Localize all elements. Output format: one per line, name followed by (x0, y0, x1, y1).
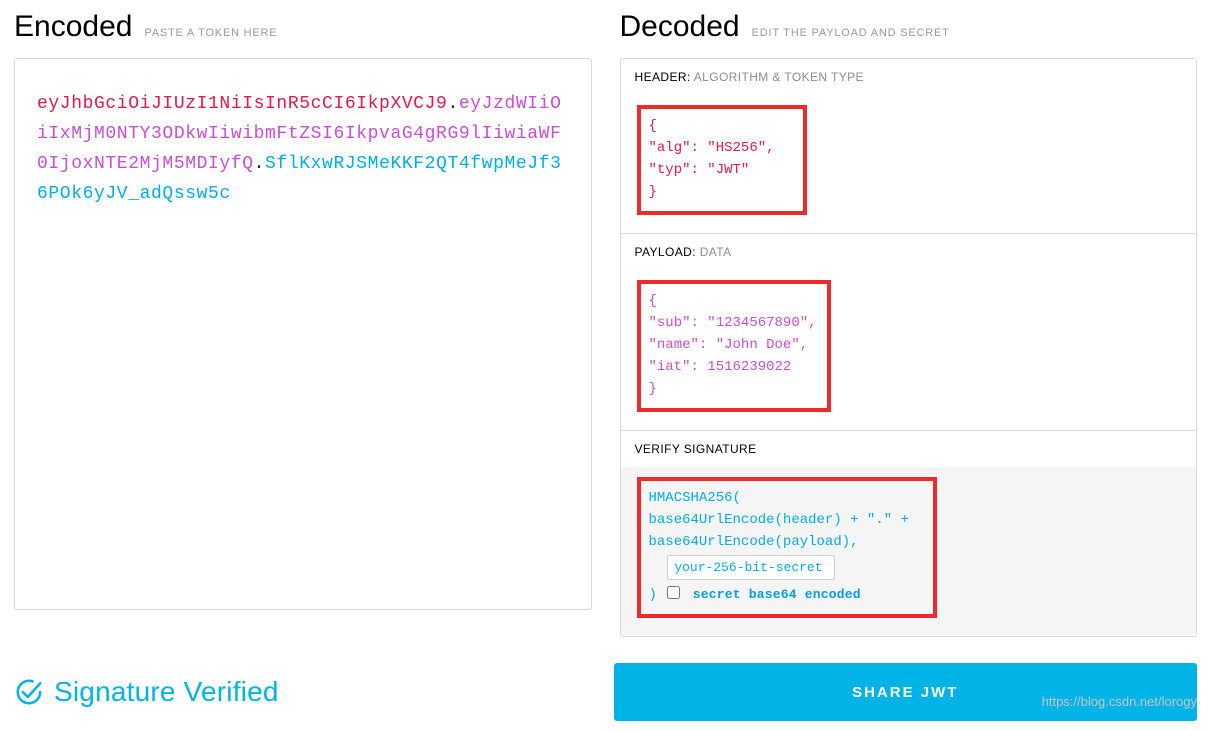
token-dot-2: . (254, 154, 265, 174)
encoded-token-input[interactable]: eyJhbGciOiJIUzI1NiIsInR5cCI6IkpXVCJ9.eyJ… (14, 58, 592, 610)
secret-input[interactable] (667, 555, 835, 580)
header-json-line: "typ": "JWT" (649, 159, 793, 181)
decoded-signature-section: VERIFY SIGNATURE HMACSHA256( base64UrlEn… (621, 431, 1197, 636)
header-json-line: "alg": "HS256", (649, 137, 793, 159)
secret-base64-label[interactable]: secret base64 encoded (693, 587, 861, 602)
decoded-subtitle: EDIT THE PAYLOAD AND SECRET (752, 27, 950, 39)
check-circle-icon (14, 677, 44, 707)
decoded-signature-label-row: VERIFY SIGNATURE (621, 431, 1197, 467)
decoded-signature-label: VERIFY SIGNATURE (635, 442, 757, 456)
decoded-title: Decoded EDIT THE PAYLOAD AND SECRET (620, 10, 1198, 44)
decoded-payload-json: { "sub": "1234567890", "name": "John Doe… (637, 280, 831, 412)
signature-line: base64UrlEncode(header) + "." + (649, 509, 923, 531)
decoded-header-label-row: HEADER: ALGORITHM & TOKEN TYPE (621, 59, 1197, 95)
decoded-header-section: HEADER: ALGORITHM & TOKEN TYPE { "alg": … (621, 59, 1197, 234)
secret-base64-checkbox[interactable] (667, 586, 680, 599)
signature-close-paren: ) (649, 587, 657, 603)
watermark-text: https://blog.csdn.net/lorogy (1042, 694, 1197, 709)
payload-json-line: "iat": 1516239022 (649, 356, 817, 378)
token-dot-1: . (447, 94, 458, 114)
encoded-title: Encoded PASTE A TOKEN HERE (14, 10, 592, 44)
decoded-header-json: { "alg": "HS256", "typ": "JWT" } (637, 105, 807, 215)
decoded-panel: HEADER: ALGORITHM & TOKEN TYPE { "alg": … (620, 58, 1198, 637)
decoded-column: Decoded EDIT THE PAYLOAD AND SECRET HEAD… (620, 10, 1198, 637)
token-header-segment: eyJhbGciOiJIUzI1NiIsInR5cCI6IkpXVCJ9 (37, 94, 447, 114)
decoded-header-label: HEADER: (635, 70, 691, 84)
header-json-line: } (649, 181, 793, 203)
encoded-title-text: Encoded (14, 10, 132, 44)
decoded-header-body[interactable]: { "alg": "HS256", "typ": "JWT" } (621, 95, 1197, 233)
payload-json-line: { (649, 290, 817, 312)
decoded-payload-label-row: PAYLOAD: DATA (621, 234, 1197, 270)
payload-json-line: "sub": "1234567890", (649, 312, 817, 334)
decoded-signature-body: HMACSHA256( base64UrlEncode(header) + ".… (621, 467, 1197, 636)
encoded-subtitle: PASTE A TOKEN HERE (144, 27, 277, 39)
encoded-column: Encoded PASTE A TOKEN HERE eyJhbGciOiJIU… (14, 10, 592, 637)
share-jwt-button[interactable]: SHARE JWT (614, 663, 1198, 721)
decoded-signature-block: HMACSHA256( base64UrlEncode(header) + ".… (637, 477, 937, 618)
decoded-title-text: Decoded (620, 10, 740, 44)
decoded-payload-label: PAYLOAD: (635, 245, 696, 259)
decoded-payload-section: PAYLOAD: DATA { "sub": "1234567890", "na… (621, 234, 1197, 431)
signature-line: HMACSHA256( (649, 487, 923, 509)
payload-json-line: } (649, 378, 817, 400)
signature-line: base64UrlEncode(payload), (649, 531, 923, 553)
decoded-payload-body[interactable]: { "sub": "1234567890", "name": "John Doe… (621, 270, 1197, 430)
decoded-header-sublabel: ALGORITHM & TOKEN TYPE (694, 70, 864, 84)
signature-verified-text: Signature Verified (54, 676, 279, 708)
header-json-line: { (649, 115, 793, 137)
footer-row: Signature Verified SHARE JWT (14, 663, 1197, 721)
decoded-payload-sublabel: DATA (700, 245, 732, 259)
payload-json-line: "name": "John Doe", (649, 334, 817, 356)
signature-verified-status: Signature Verified (14, 676, 586, 708)
